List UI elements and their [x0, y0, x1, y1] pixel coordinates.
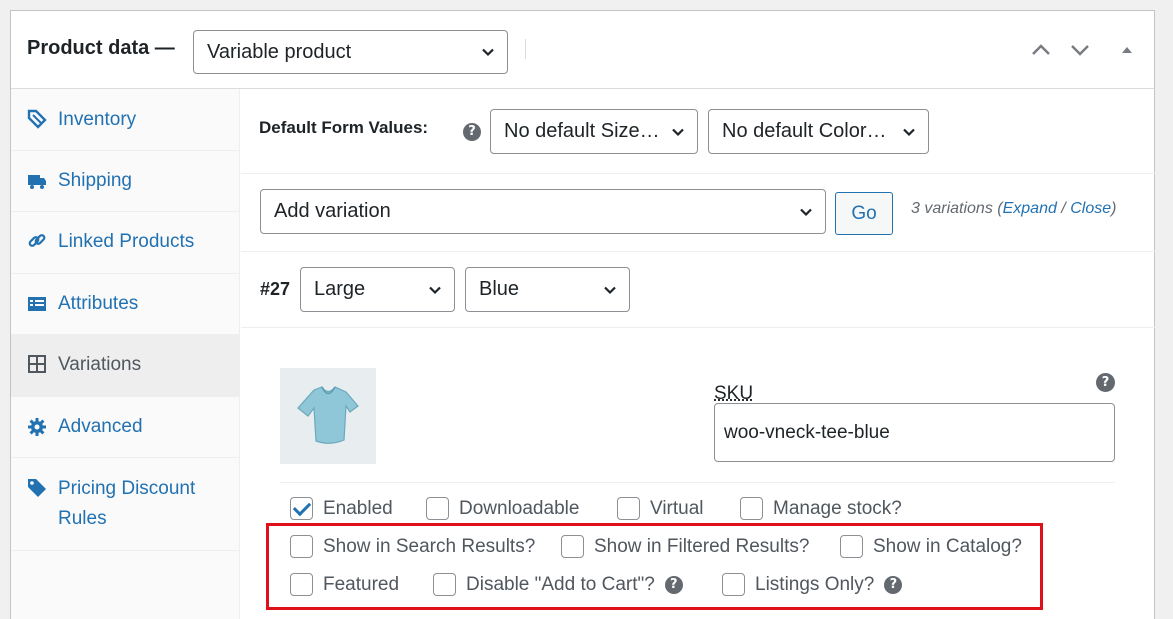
sku-label: SKU	[714, 383, 753, 405]
sidebar-item-label: Pricing Discount Rules	[58, 474, 228, 534]
divider	[241, 173, 1155, 174]
variation-size-select[interactable]: Large	[300, 267, 455, 312]
sidebar-item-label: Advanced	[58, 416, 143, 438]
variation-color-value: Blue	[479, 278, 519, 301]
variation-id: #27	[260, 279, 290, 300]
chevron-down-icon	[603, 283, 617, 297]
highlight-box	[266, 523, 1043, 610]
checkbox-label: Manage stock?	[773, 498, 902, 520]
inventory-tag-icon	[27, 109, 47, 129]
sidebar-item-shipping[interactable]: Shipping	[11, 151, 239, 212]
checkbox[interactable]	[740, 497, 763, 520]
sku-value: woo-vneck-tee-blue	[724, 422, 890, 444]
list-icon	[27, 294, 47, 314]
default-color-value: No default Color…	[722, 120, 887, 143]
checkbox[interactable]	[617, 497, 640, 520]
chevron-down-icon	[902, 125, 916, 139]
sidebar-item-inventory[interactable]: Inventory	[11, 89, 239, 151]
tshirt-icon	[280, 368, 376, 464]
sidebar-item-label: Variations	[58, 354, 141, 376]
variation-image[interactable]	[280, 368, 376, 464]
move-up-icon[interactable]	[1030, 41, 1052, 59]
product-type-value: Variable product	[207, 41, 351, 64]
sidebar-item-label: Shipping	[58, 170, 132, 192]
chevron-down-icon	[428, 283, 442, 297]
sku-input[interactable]: woo-vneck-tee-blue	[714, 403, 1115, 462]
default-size-select[interactable]: No default Size…	[490, 109, 698, 154]
grid-icon	[27, 354, 47, 374]
default-color-select[interactable]: No default Color…	[708, 109, 929, 154]
enabled-checkbox[interactable]: Enabled	[290, 497, 393, 520]
gear-icon	[27, 417, 47, 437]
sidebar-item-pricing-discount-rules[interactable]: Pricing Discount Rules	[11, 458, 239, 551]
link-icon	[27, 231, 47, 251]
sidebar-item-label: Attributes	[58, 293, 138, 315]
collapse-toggle-icon[interactable]	[1119, 41, 1135, 59]
chevron-down-icon	[481, 45, 495, 59]
variations-count: 3 variations (Expand / Close)	[911, 200, 1116, 218]
default-form-values-label: Default Form Values:	[259, 118, 428, 138]
sidebar-item-label: Linked Products	[58, 231, 194, 253]
add-variation-value: Add variation	[274, 200, 391, 223]
tag-icon	[27, 478, 47, 498]
close-link[interactable]: Close	[1070, 200, 1111, 217]
sidebar-item-attributes[interactable]: Attributes	[11, 274, 239, 335]
divider	[241, 327, 1155, 328]
product-data-tabs: Inventory Shipping Linked Products Attri…	[11, 89, 240, 619]
sidebar-item-variations[interactable]: Variations	[11, 335, 239, 397]
checkbox-label: Enabled	[323, 498, 393, 520]
sidebar-item-advanced[interactable]: Advanced	[11, 397, 239, 458]
divider	[280, 482, 1115, 483]
chevron-down-icon	[799, 205, 813, 219]
expand-link[interactable]: Expand	[1003, 200, 1057, 217]
checkbox[interactable]	[426, 497, 449, 520]
checkbox-label: Virtual	[650, 498, 704, 520]
product-data-header: Product data — Variable product	[11, 11, 1154, 89]
checkbox-label: Downloadable	[459, 498, 579, 520]
variation-size-value: Large	[314, 278, 365, 301]
link-separator: /	[1057, 200, 1070, 217]
product-type-select[interactable]: Variable product	[193, 30, 508, 74]
variations-count-text: 3 variations (	[911, 200, 1003, 217]
add-variation-select[interactable]: Add variation	[260, 189, 826, 234]
header-divider	[525, 39, 526, 59]
checkbox[interactable]	[290, 497, 313, 520]
move-down-icon[interactable]	[1069, 41, 1091, 59]
sidebar-item-linked-products[interactable]: Linked Products	[11, 212, 239, 274]
virtual-checkbox[interactable]: Virtual	[617, 497, 704, 520]
help-icon[interactable]: ?	[463, 123, 481, 141]
manage-stock-checkbox[interactable]: Manage stock?	[740, 497, 902, 520]
variation-color-select[interactable]: Blue	[465, 267, 630, 312]
close-paren: )	[1111, 200, 1116, 217]
default-size-value: No default Size…	[504, 120, 660, 143]
go-button[interactable]: Go	[835, 192, 893, 235]
help-icon[interactable]: ?	[1096, 373, 1115, 392]
chevron-down-icon	[671, 125, 685, 139]
sidebar-item-label: Inventory	[58, 109, 136, 131]
downloadable-checkbox[interactable]: Downloadable	[426, 497, 579, 520]
product-data-title: Product data —	[27, 37, 175, 60]
divider	[241, 251, 1155, 252]
truck-icon	[27, 171, 47, 191]
